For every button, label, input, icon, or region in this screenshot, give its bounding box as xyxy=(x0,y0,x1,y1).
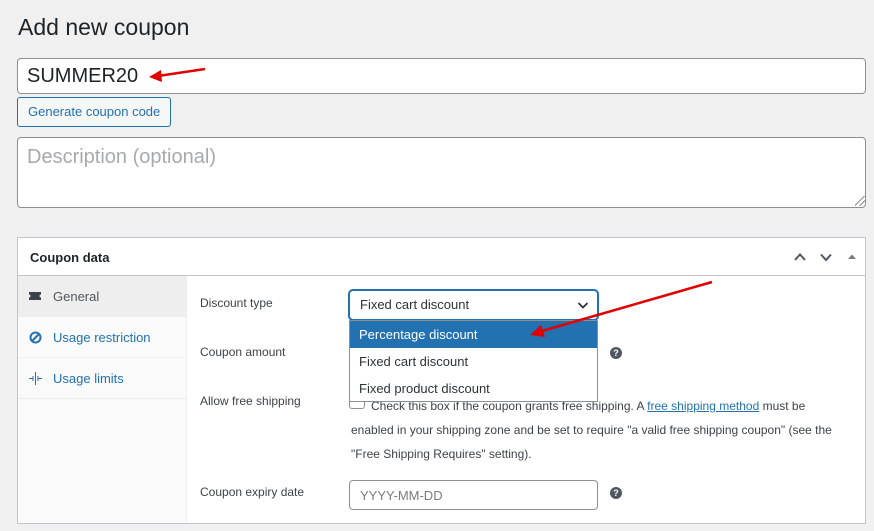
chevron-down-icon[interactable] xyxy=(816,247,836,267)
free-shipping-method-link[interactable]: free shipping method xyxy=(647,399,759,413)
coupon-expiry-date-label: Coupon expiry date xyxy=(200,485,305,499)
tab-usage-limits[interactable]: Usage limits xyxy=(18,358,186,399)
resize-grip-icon[interactable] xyxy=(855,196,865,206)
discount-type-dropdown: Percentage discount Fixed cart discount … xyxy=(349,320,598,402)
coupon-code-input[interactable] xyxy=(17,58,866,94)
ticket-icon xyxy=(28,289,42,303)
help-icon[interactable]: ? xyxy=(610,487,622,499)
chevron-down-icon xyxy=(577,299,589,314)
crosshair-icon xyxy=(28,371,42,385)
option-fixed-cart-discount[interactable]: Fixed cart discount xyxy=(350,348,597,375)
discount-type-select[interactable]: Fixed cart discount xyxy=(349,290,598,320)
discount-type-selected: Fixed cart discount xyxy=(360,297,470,312)
block-icon xyxy=(28,330,42,344)
discount-type-label: Discount type xyxy=(200,296,273,310)
coupon-data-panel: Coupon data General Usage restriction Us… xyxy=(17,237,866,524)
coupon-expiry-date-input[interactable] xyxy=(349,480,598,510)
coupon-data-tabs: General Usage restriction Usage limits xyxy=(18,276,187,523)
tab-general[interactable]: General xyxy=(18,276,186,317)
tab-usage-restriction-label: Usage restriction xyxy=(53,329,151,345)
caret-up-icon[interactable] xyxy=(842,247,862,267)
generate-coupon-code-button[interactable]: Generate coupon code xyxy=(17,97,172,127)
option-fixed-product-discount[interactable]: Fixed product discount xyxy=(350,375,597,402)
description-textarea[interactable] xyxy=(17,137,866,208)
coupon-data-title: Coupon data xyxy=(30,250,110,265)
option-percentage-discount[interactable]: Percentage discount xyxy=(350,321,597,348)
coupon-amount-label: Coupon amount xyxy=(200,345,286,359)
free-shipping-description: Check this box if the coupon grants free… xyxy=(351,394,851,466)
tab-usage-restriction[interactable]: Usage restriction xyxy=(18,317,186,358)
page-title: Add new coupon xyxy=(18,14,190,40)
coupon-data-header: Coupon data xyxy=(18,238,865,276)
free-shipping-label: Allow free shipping xyxy=(200,394,301,408)
chevron-up-icon[interactable] xyxy=(790,247,810,267)
tab-usage-limits-label: Usage limits xyxy=(53,370,124,386)
help-icon[interactable]: ? xyxy=(610,347,622,359)
tab-general-label: General xyxy=(53,288,100,304)
